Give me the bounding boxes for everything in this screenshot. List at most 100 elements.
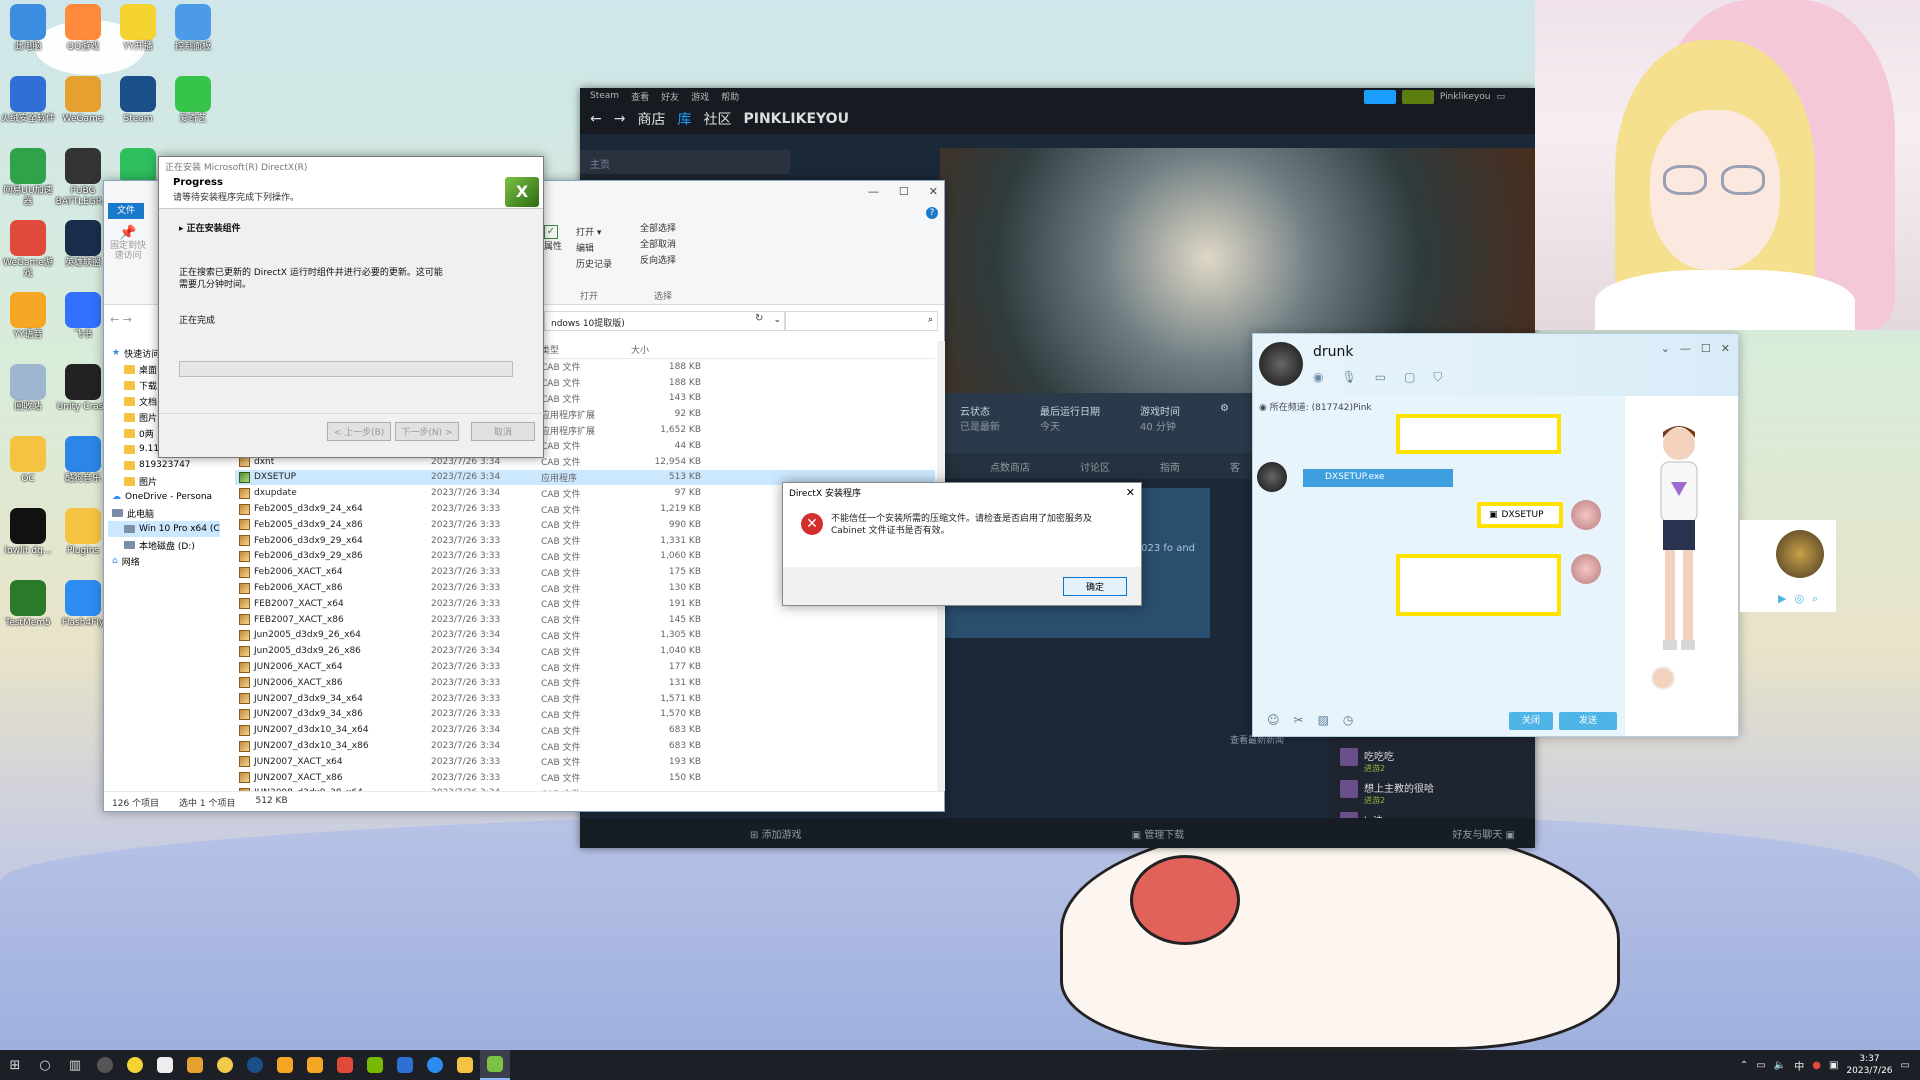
desktop-icon[interactable]: Steam bbox=[110, 76, 166, 125]
desktop-icon[interactable]: 爱奇艺 bbox=[165, 76, 221, 125]
antivirus-icon[interactable]: ● bbox=[1812, 1060, 1821, 1071]
minimize-icon[interactable]: — bbox=[868, 185, 879, 198]
taskbar-app-explorer[interactable] bbox=[450, 1050, 480, 1080]
close-button[interactable]: 关闭 bbox=[1509, 712, 1553, 730]
help-icon[interactable]: ? bbox=[926, 207, 938, 219]
desktop-icon[interactable]: WeGame bbox=[55, 76, 111, 125]
monitor-icon[interactable]: ▭ bbox=[1496, 92, 1505, 102]
desktop-icon[interactable]: 此电脑 bbox=[0, 4, 56, 53]
minimize-icon[interactable]: — bbox=[1680, 342, 1691, 355]
taskbar-app-chrome[interactable] bbox=[210, 1050, 240, 1080]
desktop-icon[interactable]: 控制面板 bbox=[165, 4, 221, 53]
file-row[interactable]: JUN2007_d3dx9_34_x86 2023/7/26 3:33 CAB 文件… bbox=[235, 707, 935, 723]
notification-icon[interactable]: ▭ bbox=[1901, 1060, 1910, 1071]
file-row[interactable]: JUN2006_XACT_x86 2023/7/26 3:33 CAB 文件 131 … bbox=[235, 675, 935, 691]
close-icon[interactable]: ✕ bbox=[1721, 342, 1730, 355]
tab-support[interactable]: 客 bbox=[1230, 459, 1240, 474]
desktop-icon[interactable]: TestMem5 bbox=[0, 580, 56, 629]
add-game-button[interactable]: ⊞ 添加游戏 bbox=[750, 826, 802, 841]
network-icon[interactable]: ▭ bbox=[1756, 1060, 1765, 1071]
steam-nav-profile[interactable]: PINKLIKEYOU bbox=[743, 111, 849, 127]
file-row[interactable]: JUN2007_XACT_x64 2023/7/26 3:33 CAB 文件 193 … bbox=[235, 754, 935, 770]
properties-button[interactable]: ✓ 属性 bbox=[544, 225, 564, 255]
friend-item[interactable]: 吃吃吃 进游2 bbox=[1340, 748, 1525, 774]
steam-nav-store[interactable]: 商店 bbox=[637, 109, 665, 129]
steam-username[interactable]: Pinklikeyou bbox=[1440, 92, 1491, 102]
pin-quick-access-button[interactable]: 📌 固定到快速访问 bbox=[108, 225, 148, 261]
cancel-button[interactable]: 取消 bbox=[471, 422, 535, 441]
back-button[interactable]: < 上一步(B) bbox=[327, 422, 391, 441]
message-image[interactable] bbox=[1396, 414, 1561, 454]
taskbar-app-wegame2[interactable] bbox=[330, 1050, 360, 1080]
taskbar-app-studio[interactable] bbox=[150, 1050, 180, 1080]
screen-share-icon[interactable]: ▢ bbox=[1404, 370, 1415, 385]
ok-button[interactable]: 确定 bbox=[1063, 576, 1127, 596]
chat-window[interactable]: drunk ◉ 🎙 ▭ ▢ ⛉ ⌄ — ☐ ✕ ◉ 所在频道: (817742)… bbox=[1252, 333, 1739, 737]
desktop-icon[interactable]: 回收站 bbox=[0, 364, 56, 413]
address-bar[interactable]: ndows 10提取版) ⌄ bbox=[544, 311, 786, 331]
ribbon-open-button[interactable]: 打开 ▾ bbox=[576, 225, 612, 241]
steam-nav-community[interactable]: 社区 bbox=[703, 109, 731, 129]
invert-selection-button[interactable]: 反向选择 bbox=[640, 253, 676, 269]
desktop-icon[interactable]: 火绒安全软件 bbox=[0, 76, 56, 125]
maximize-icon[interactable]: ☐ bbox=[1701, 342, 1711, 355]
nav-item[interactable]: ☁ OneDrive - Persona bbox=[108, 489, 220, 505]
image-icon[interactable]: ▨ bbox=[1318, 713, 1329, 727]
file-row[interactable]: FEB2007_XACT_x86 2023/7/26 3:33 CAB 文件 145 … bbox=[235, 612, 935, 628]
file-row[interactable]: JUN2007_d3dx10_34_x64 2023/7/26 3:34 CAB 文… bbox=[235, 722, 935, 738]
forward-arrow-icon[interactable]: → bbox=[123, 313, 132, 326]
next-button[interactable]: 下一步(N) > bbox=[395, 422, 459, 441]
tray-app-icon[interactable]: ▣ bbox=[1829, 1060, 1838, 1071]
start-button[interactable]: ⊞ bbox=[0, 1050, 30, 1080]
chevron-down-icon[interactable]: ⌄ bbox=[1661, 342, 1670, 355]
text-message[interactable]: ▣ DXSETUP bbox=[1477, 502, 1563, 528]
task-view-icon[interactable]: ▥ bbox=[60, 1050, 90, 1080]
file-row[interactable]: JUN2007_d3dx10_34_x86 2023/7/26 3:34 CAB 文… bbox=[235, 738, 935, 754]
back-arrow-icon[interactable]: ← bbox=[590, 111, 602, 127]
desktop-icon[interactable]: YY开播 bbox=[110, 4, 166, 53]
taskbar-app-nvidia[interactable] bbox=[360, 1050, 390, 1080]
emoji-icon[interactable]: ☺ bbox=[1267, 713, 1280, 727]
desktop-icon[interactable]: QQ游戏 bbox=[55, 4, 111, 53]
video-icon[interactable]: ▶ bbox=[1778, 592, 1786, 606]
nav-item[interactable]: 819323747 bbox=[108, 457, 220, 473]
nav-item[interactable]: ⌂ 网络 bbox=[108, 553, 220, 569]
settings-gear-icon[interactable]: ⚙ bbox=[1220, 403, 1229, 443]
nav-item[interactable]: 此电脑 bbox=[108, 505, 220, 521]
send-button[interactable]: 发送 bbox=[1559, 712, 1617, 730]
select-none-button[interactable]: 全部取消 bbox=[640, 237, 676, 253]
file-row[interactable]: Jun2005_d3dx9_26_x86 2023/7/26 3:34 CAB 文件… bbox=[235, 643, 935, 659]
taskbar-app-yy-voice[interactable] bbox=[270, 1050, 300, 1080]
friend-item[interactable]: 想上主教的很哈 进游2 bbox=[1340, 780, 1525, 806]
column-type[interactable]: 类型 bbox=[541, 343, 631, 356]
ribbon-edit-button[interactable]: 编辑 bbox=[576, 241, 612, 257]
steam-menu-help[interactable]: 帮助 bbox=[721, 90, 739, 103]
clock-icon[interactable]: ◷ bbox=[1343, 713, 1353, 727]
tab-guides[interactable]: 指南 bbox=[1160, 459, 1180, 474]
nav-item[interactable]: 图片 bbox=[108, 473, 220, 489]
file-row[interactable]: JUN2006_XACT_x64 2023/7/26 3:33 CAB 文件 177 … bbox=[235, 659, 935, 675]
desktop-icon[interactable]: 网易UU加速器 bbox=[0, 148, 56, 208]
microphone-icon[interactable]: 🎙 bbox=[1341, 370, 1356, 385]
search-icon[interactable]: ⌕ bbox=[1812, 592, 1818, 606]
directx-setup-window[interactable]: 正在安装 Microsoft(R) DirectX(R) Progress 请等… bbox=[158, 156, 545, 458]
refresh-icon[interactable]: ↻ bbox=[755, 313, 763, 324]
chevron-up-icon[interactable]: ⌃ bbox=[1740, 1060, 1748, 1071]
search-input[interactable]: ⌕ bbox=[784, 311, 938, 331]
file-row[interactable]: Jun2005_d3dx9_26_x64 2023/7/26 3:34 CAB 文件… bbox=[235, 628, 935, 644]
folder-icon[interactable]: ▭ bbox=[1375, 370, 1386, 385]
taskbar-app-steam[interactable] bbox=[240, 1050, 270, 1080]
manage-downloads-button[interactable]: ▣ 管理下载 bbox=[1132, 826, 1185, 841]
steam-menu-games[interactable]: 游戏 bbox=[691, 90, 709, 103]
file-row[interactable]: JUN2007_d3dx9_34_x64 2023/7/26 3:33 CAB 文件… bbox=[235, 691, 935, 707]
broadcast-icon[interactable] bbox=[1363, 90, 1396, 104]
steam-nav-library[interactable]: 库 bbox=[677, 109, 691, 129]
steam-menu-friends[interactable]: 好友 bbox=[661, 90, 679, 103]
file-message[interactable]: DXSETUP.exe bbox=[1303, 469, 1453, 487]
desktop-icon[interactable]: WeGame游戏 bbox=[0, 220, 56, 280]
steam-menu-view[interactable]: 查看 bbox=[631, 90, 649, 103]
taskbar-app-wegame[interactable] bbox=[180, 1050, 210, 1080]
close-icon[interactable]: ✕ bbox=[1126, 486, 1135, 499]
taskbar-app-directx[interactable] bbox=[480, 1050, 510, 1080]
search-icon[interactable]: ○ bbox=[30, 1050, 60, 1080]
